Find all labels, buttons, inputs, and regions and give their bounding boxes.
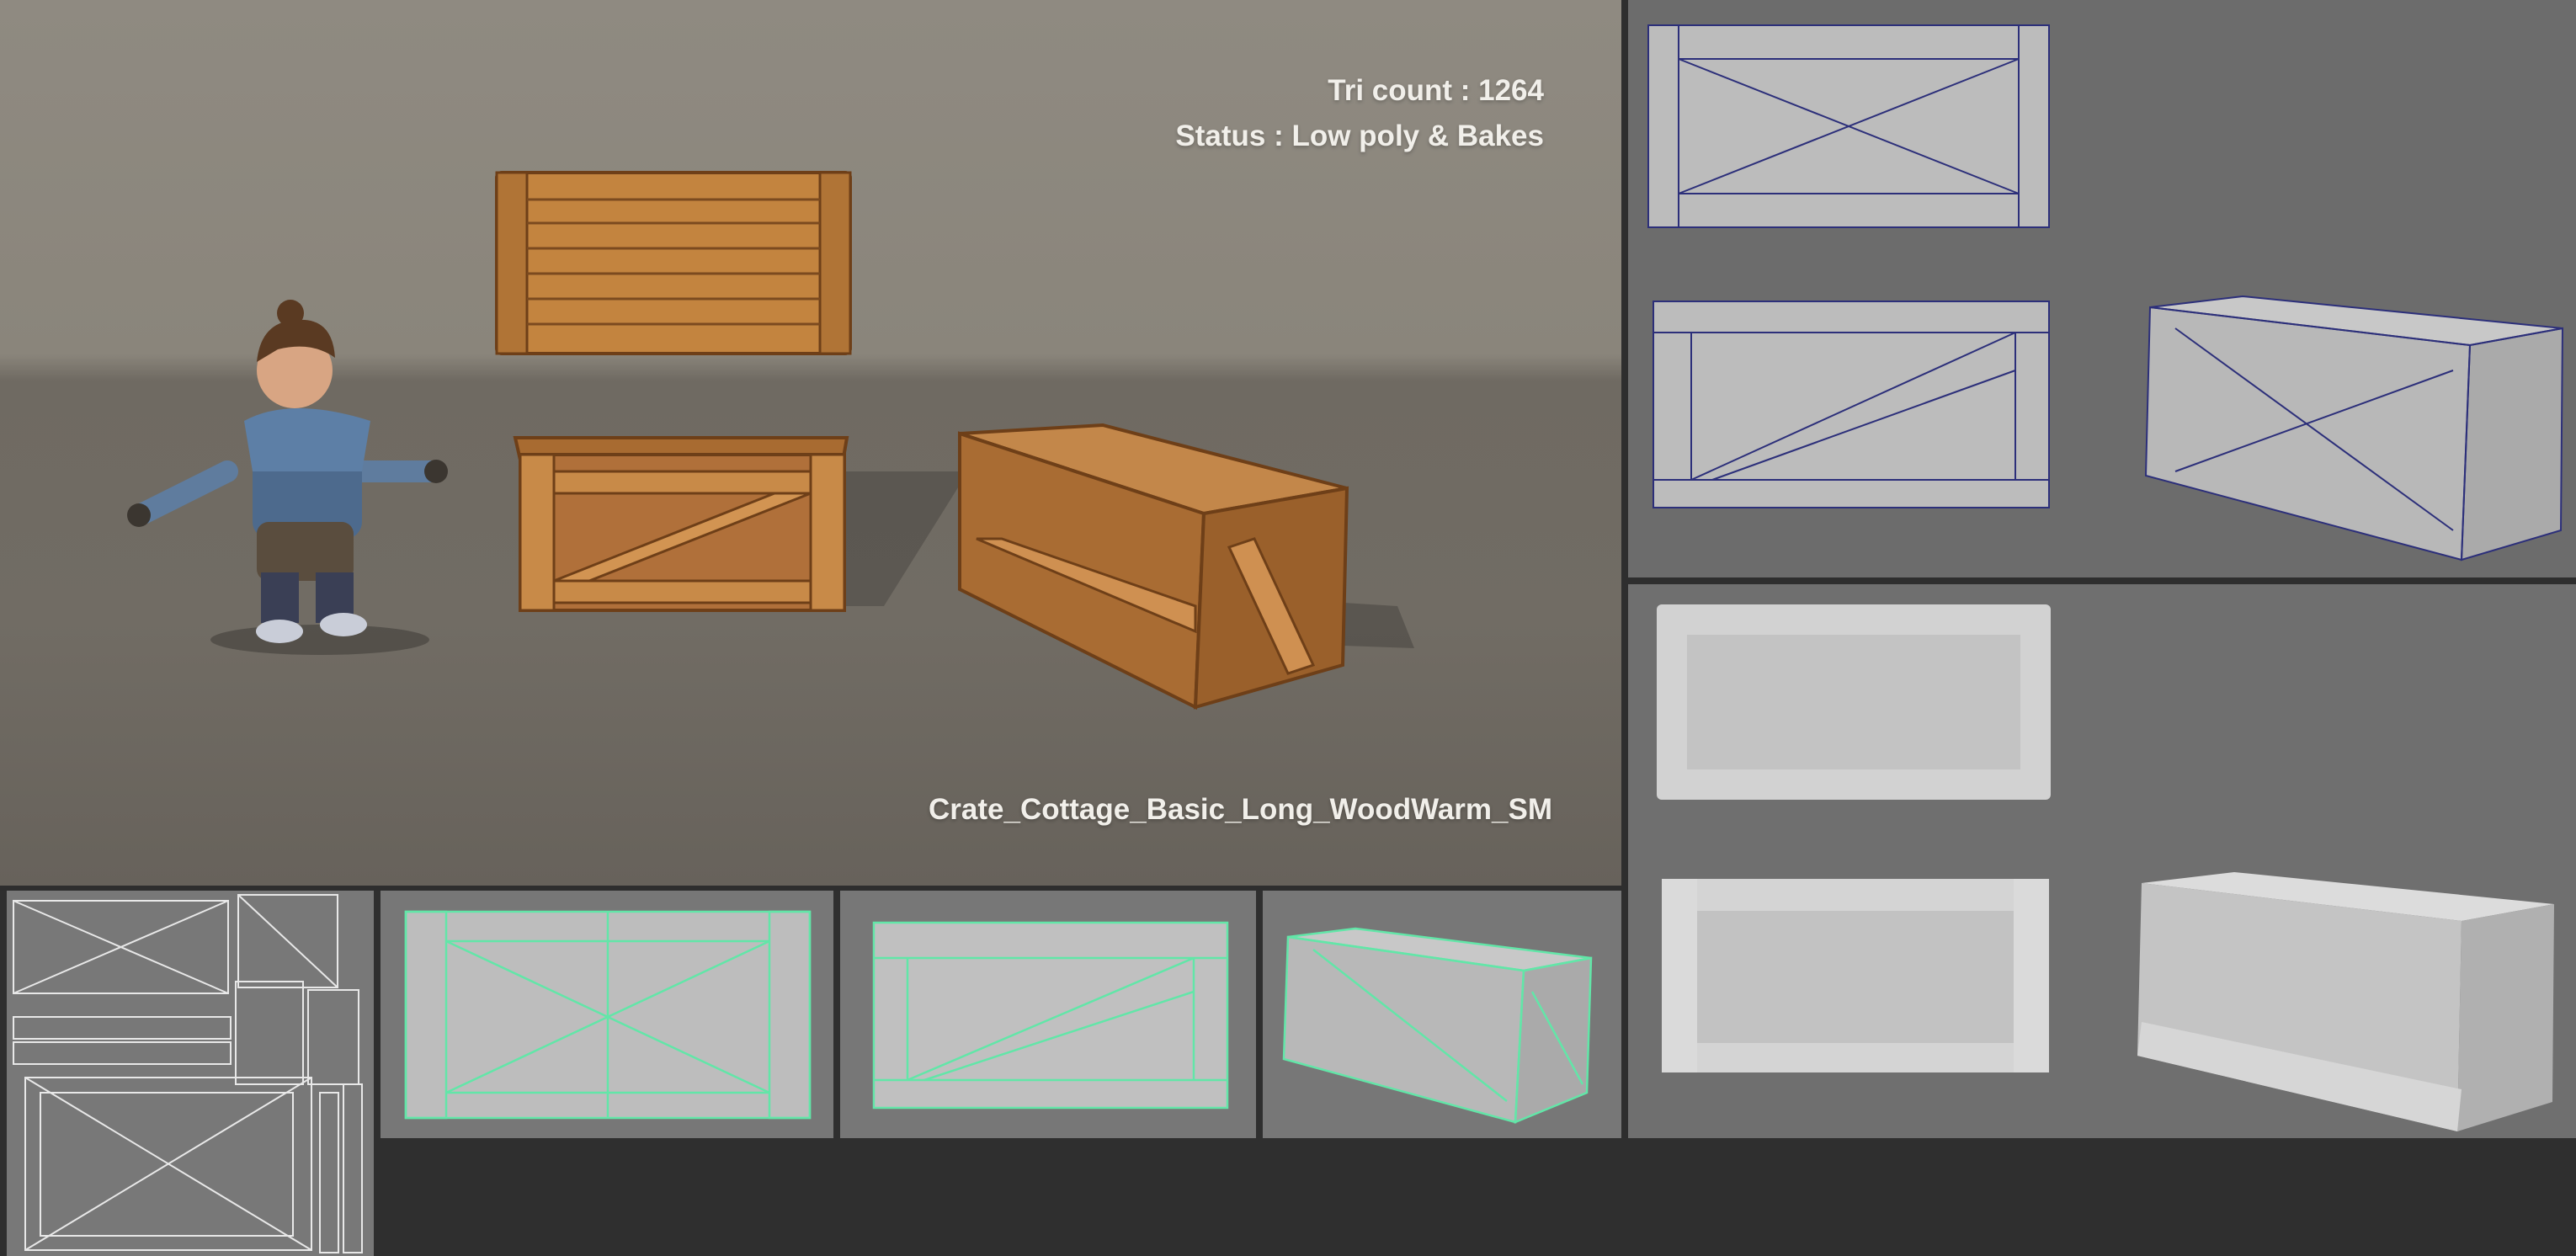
wireframe-green-side-drawing [872,921,1229,1110]
wireframe-green-perspective-panel [1263,891,1621,1138]
tri-count-label: Tri count : 1264 [1328,74,1544,107]
status-label: Status : Low poly & Bakes [1175,120,1544,152]
panel-divider [1621,0,1628,1138]
wireframe-blue-drawing [1647,24,2564,561]
clay-render-panel [1628,584,2576,1138]
panel-divider [1628,577,2576,584]
clay-render-drawing [1657,604,2554,1131]
panel-divider [0,886,1621,891]
wireframe-green-perspective-drawing [1282,927,1593,1124]
uv-layout-drawing [13,894,363,1253]
uv-layout-panel [7,891,374,1256]
wireframe-green-side-panel [840,891,1256,1138]
asset-name-label: Crate_Cottage_Basic_Long_WoodWarm_SM [929,793,1552,826]
wireframe-green-front-panel [381,891,833,1138]
hero-render-viewport: Tri count : 1264 Status : Low poly & Bak… [0,0,1621,886]
crate-angled-view [958,423,1349,710]
character-figure [127,300,448,643]
wireframe-green-front-drawing [404,910,812,1120]
crate-front-panel [495,171,852,355]
wireframe-blue-panel [1628,0,2576,577]
crate-front-view [513,436,849,612]
